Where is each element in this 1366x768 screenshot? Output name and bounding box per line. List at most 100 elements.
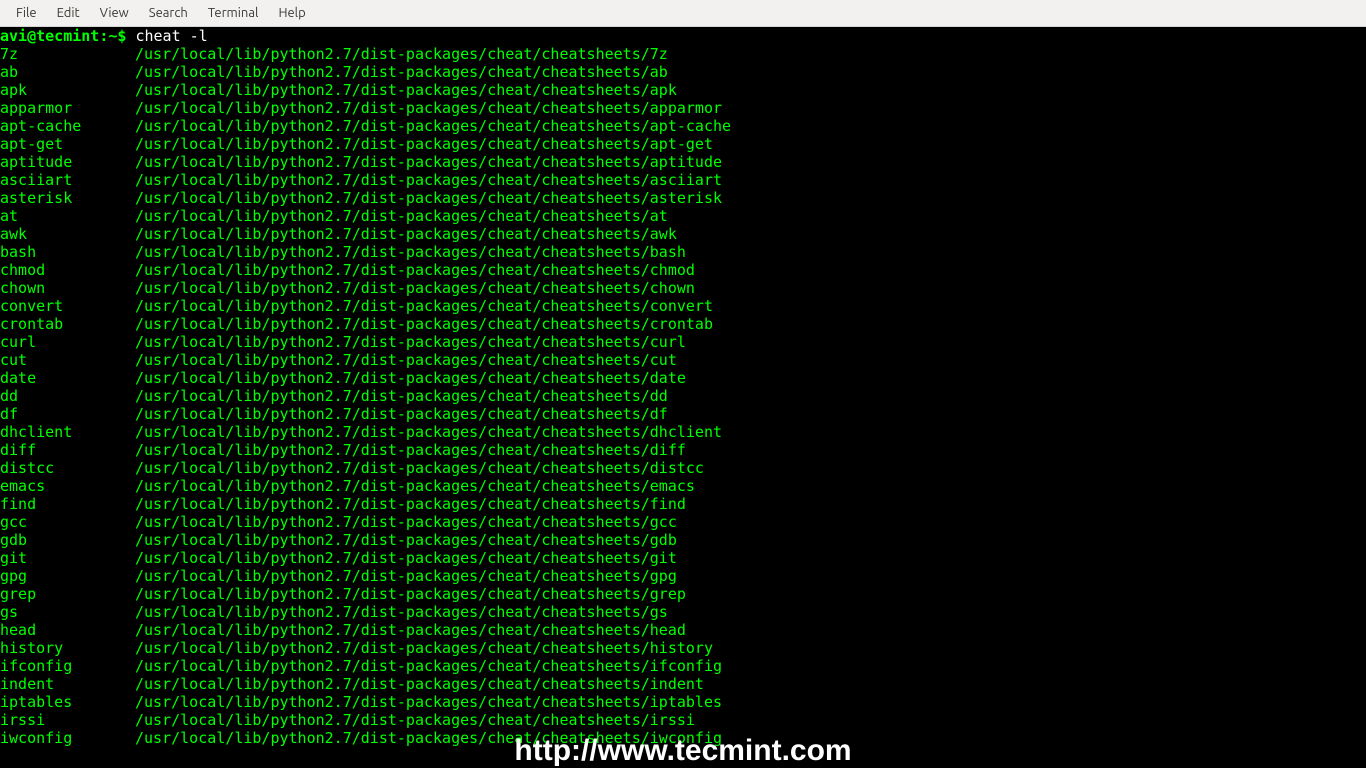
menubar: File Edit View Search Terminal Help	[0, 0, 1366, 27]
cheat-entry-row: bash/usr/local/lib/python2.7/dist-packag…	[0, 243, 1366, 261]
cheat-entry-row: apparmor/usr/local/lib/python2.7/dist-pa…	[0, 99, 1366, 117]
cheat-name: date	[0, 369, 135, 387]
cheat-entry-row: history/usr/local/lib/python2.7/dist-pac…	[0, 639, 1366, 657]
cheat-name: awk	[0, 225, 135, 243]
cheat-path: /usr/local/lib/python2.7/dist-packages/c…	[135, 171, 722, 189]
cheat-name: chmod	[0, 261, 135, 279]
cheat-entry-row: gdb/usr/local/lib/python2.7/dist-package…	[0, 531, 1366, 549]
cheat-entry-row: indent/usr/local/lib/python2.7/dist-pack…	[0, 675, 1366, 693]
cheat-name: convert	[0, 297, 135, 315]
cheat-entry-row: diff/usr/local/lib/python2.7/dist-packag…	[0, 441, 1366, 459]
cheat-entry-row: chown/usr/local/lib/python2.7/dist-packa…	[0, 279, 1366, 297]
cheat-name: apparmor	[0, 99, 135, 117]
cheat-entry-row: at/usr/local/lib/python2.7/dist-packages…	[0, 207, 1366, 225]
cheat-path: /usr/local/lib/python2.7/dist-packages/c…	[135, 531, 677, 549]
cheat-name: irssi	[0, 711, 135, 729]
cheat-path: /usr/local/lib/python2.7/dist-packages/c…	[135, 315, 713, 333]
cheat-entry-row: convert/usr/local/lib/python2.7/dist-pac…	[0, 297, 1366, 315]
cheat-name: crontab	[0, 315, 135, 333]
cheat-entry-row: ab/usr/local/lib/python2.7/dist-packages…	[0, 63, 1366, 81]
cheat-name: asciiart	[0, 171, 135, 189]
cheat-entry-row: dd/usr/local/lib/python2.7/dist-packages…	[0, 387, 1366, 405]
cheat-entry-row: dhclient/usr/local/lib/python2.7/dist-pa…	[0, 423, 1366, 441]
cheat-entry-row: apt-get/usr/local/lib/python2.7/dist-pac…	[0, 135, 1366, 153]
cheat-entry-row: asterisk/usr/local/lib/python2.7/dist-pa…	[0, 189, 1366, 207]
cheat-path: /usr/local/lib/python2.7/dist-packages/c…	[135, 63, 668, 81]
menu-view[interactable]: View	[90, 2, 139, 24]
cheat-name: aptitude	[0, 153, 135, 171]
cheat-name: apt-get	[0, 135, 135, 153]
cheat-path: /usr/local/lib/python2.7/dist-packages/c…	[135, 567, 677, 585]
cheat-entry-row: curl/usr/local/lib/python2.7/dist-packag…	[0, 333, 1366, 351]
cheat-name: head	[0, 621, 135, 639]
cheat-path: /usr/local/lib/python2.7/dist-packages/c…	[135, 81, 677, 99]
cheat-name: asterisk	[0, 189, 135, 207]
cheat-name: bash	[0, 243, 135, 261]
cheat-path: /usr/local/lib/python2.7/dist-packages/c…	[135, 675, 704, 693]
cheat-entry-row: crontab/usr/local/lib/python2.7/dist-pac…	[0, 315, 1366, 333]
cheat-path: /usr/local/lib/python2.7/dist-packages/c…	[135, 45, 668, 63]
prompt-line: avi@tecmint:~$ cheat -l	[0, 27, 1366, 45]
cheat-path: /usr/local/lib/python2.7/dist-packages/c…	[135, 387, 668, 405]
cheat-path: /usr/local/lib/python2.7/dist-packages/c…	[135, 585, 686, 603]
cheat-path: /usr/local/lib/python2.7/dist-packages/c…	[135, 657, 722, 675]
cheat-entry-row: chmod/usr/local/lib/python2.7/dist-packa…	[0, 261, 1366, 279]
cheat-name: indent	[0, 675, 135, 693]
cheat-entry-row: df/usr/local/lib/python2.7/dist-packages…	[0, 405, 1366, 423]
prompt-userhost: avi@tecmint	[0, 27, 99, 45]
cheat-path: /usr/local/lib/python2.7/dist-packages/c…	[135, 549, 677, 567]
cheat-name: git	[0, 549, 135, 567]
cheat-name: curl	[0, 333, 135, 351]
cheat-path: /usr/local/lib/python2.7/dist-packages/c…	[135, 369, 686, 387]
cheat-name: dd	[0, 387, 135, 405]
cheat-name: apt-cache	[0, 117, 135, 135]
cheat-path: /usr/local/lib/python2.7/dist-packages/c…	[135, 693, 722, 711]
cheat-entry-row: aptitude/usr/local/lib/python2.7/dist-pa…	[0, 153, 1366, 171]
cheat-entry-row: cut/usr/local/lib/python2.7/dist-package…	[0, 351, 1366, 369]
cheat-entry-row: gcc/usr/local/lib/python2.7/dist-package…	[0, 513, 1366, 531]
cheat-name: gdb	[0, 531, 135, 549]
cheat-name: at	[0, 207, 135, 225]
cheat-path: /usr/local/lib/python2.7/dist-packages/c…	[135, 189, 722, 207]
menu-search[interactable]: Search	[139, 2, 198, 24]
cheat-name: iptables	[0, 693, 135, 711]
cheat-name: find	[0, 495, 135, 513]
cheat-path: /usr/local/lib/python2.7/dist-packages/c…	[135, 351, 677, 369]
cheat-name: grep	[0, 585, 135, 603]
cheat-path: /usr/local/lib/python2.7/dist-packages/c…	[135, 513, 677, 531]
cheat-name: gs	[0, 603, 135, 621]
cheat-entry-row: grep/usr/local/lib/python2.7/dist-packag…	[0, 585, 1366, 603]
cheat-entry-row: apt-cache/usr/local/lib/python2.7/dist-p…	[0, 117, 1366, 135]
cheat-entry-row: asciiart/usr/local/lib/python2.7/dist-pa…	[0, 171, 1366, 189]
cheat-path: /usr/local/lib/python2.7/dist-packages/c…	[135, 117, 731, 135]
cheat-name: ifconfig	[0, 657, 135, 675]
prompt-command: cheat -l	[135, 27, 207, 45]
cheat-path: /usr/local/lib/python2.7/dist-packages/c…	[135, 333, 686, 351]
cheat-entry-row: 7z/usr/local/lib/python2.7/dist-packages…	[0, 45, 1366, 63]
cheat-path: /usr/local/lib/python2.7/dist-packages/c…	[135, 405, 668, 423]
cheat-path: /usr/local/lib/python2.7/dist-packages/c…	[135, 243, 686, 261]
menu-terminal[interactable]: Terminal	[198, 2, 269, 24]
cheat-path: /usr/local/lib/python2.7/dist-packages/c…	[135, 207, 668, 225]
terminal-output[interactable]: avi@tecmint:~$ cheat -l7z/usr/local/lib/…	[0, 27, 1366, 768]
cheat-path: /usr/local/lib/python2.7/dist-packages/c…	[135, 441, 686, 459]
cheat-name: ab	[0, 63, 135, 81]
cheat-name: cut	[0, 351, 135, 369]
cheat-entry-row: irssi/usr/local/lib/python2.7/dist-packa…	[0, 711, 1366, 729]
cheat-entry-row: find/usr/local/lib/python2.7/dist-packag…	[0, 495, 1366, 513]
cheat-path: /usr/local/lib/python2.7/dist-packages/c…	[135, 225, 677, 243]
cheat-path: /usr/local/lib/python2.7/dist-packages/c…	[135, 459, 704, 477]
cheat-entry-row: gpg/usr/local/lib/python2.7/dist-package…	[0, 567, 1366, 585]
menu-edit[interactable]: Edit	[47, 2, 90, 24]
cheat-name: emacs	[0, 477, 135, 495]
cheat-entry-row: date/usr/local/lib/python2.7/dist-packag…	[0, 369, 1366, 387]
menu-help[interactable]: Help	[268, 2, 315, 24]
cheat-name: chown	[0, 279, 135, 297]
cheat-entry-row: ifconfig/usr/local/lib/python2.7/dist-pa…	[0, 657, 1366, 675]
menu-file[interactable]: File	[6, 2, 47, 24]
cheat-name: df	[0, 405, 135, 423]
cheat-name: gpg	[0, 567, 135, 585]
cheat-path: /usr/local/lib/python2.7/dist-packages/c…	[135, 135, 713, 153]
cheat-path: /usr/local/lib/python2.7/dist-packages/c…	[135, 639, 713, 657]
cheat-name: diff	[0, 441, 135, 459]
